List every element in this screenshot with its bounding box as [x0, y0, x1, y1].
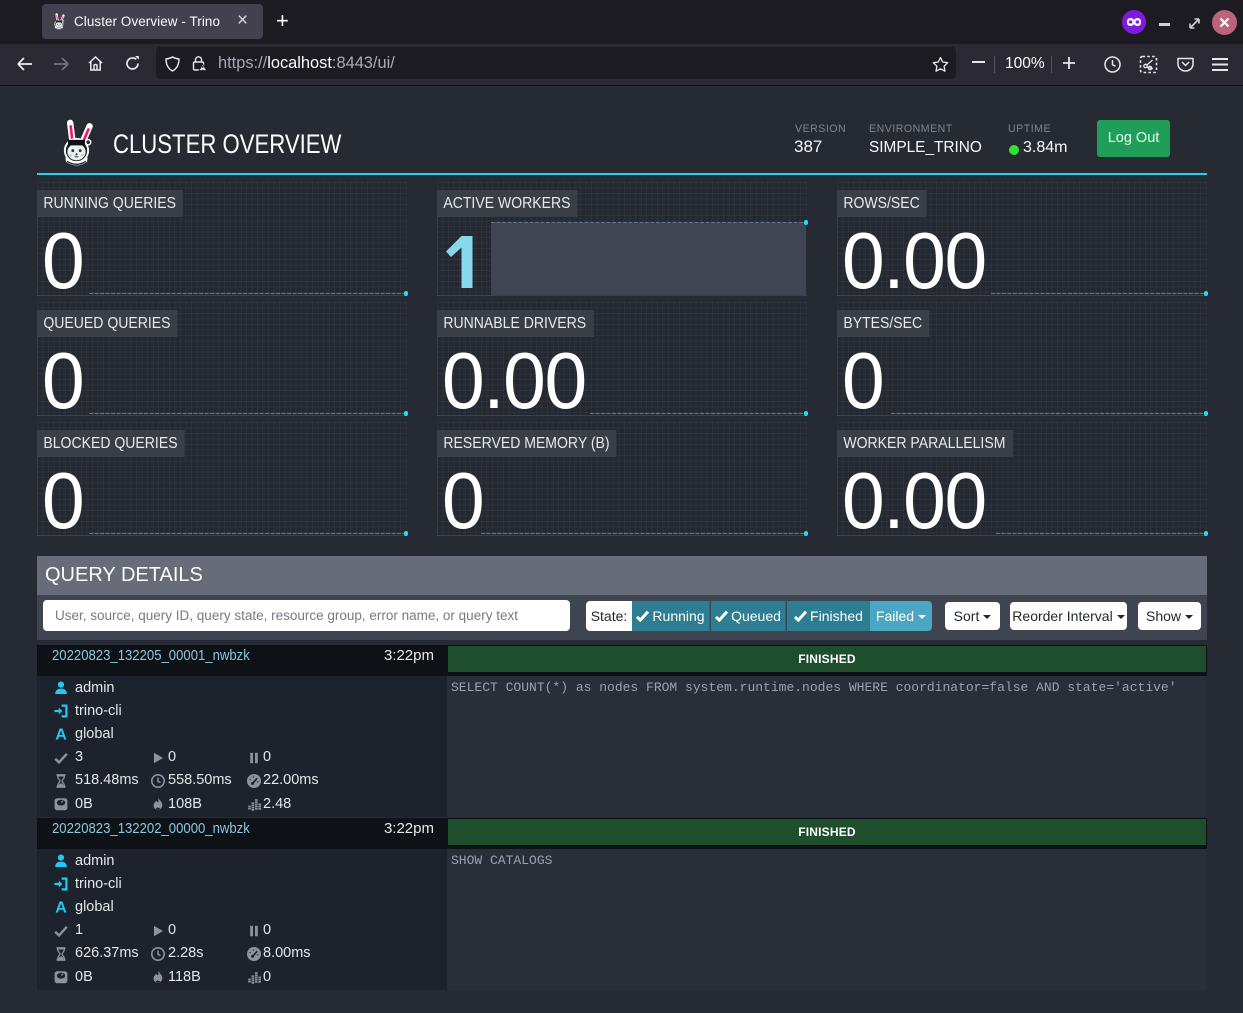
- svg-text:A: A: [55, 727, 67, 743]
- svg-text:A: A: [55, 900, 67, 916]
